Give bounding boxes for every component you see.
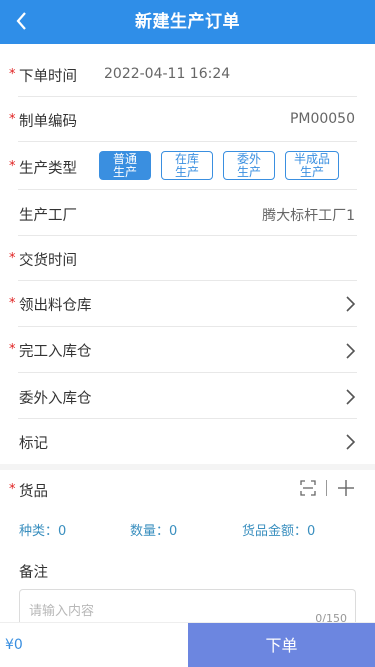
order-code-value[interactable]: PM00050 (290, 111, 355, 127)
finished-warehouse-label: 完工入库仓 (19, 344, 92, 360)
required-mark: * (9, 296, 16, 311)
required-mark: * (9, 67, 16, 82)
tag-label: 标记 (19, 436, 48, 452)
factory-row[interactable]: 生产工厂 腾大标杆工厂1 (0, 190, 375, 236)
required-mark: * (9, 251, 16, 266)
remark-label: 备注 (19, 565, 48, 581)
order-code-label: 制单编码 (19, 114, 77, 130)
order-time-row[interactable]: * 下单时间 2022-04-11 16:24 (0, 52, 375, 97)
tag-row[interactable]: 标记 (0, 419, 375, 464)
top-bar: 新建生产订单 (0, 0, 375, 44)
finished-warehouse-row[interactable]: * 完工入库仓 (0, 327, 375, 373)
order-code-row[interactable]: * 制单编码 PM00050 (0, 97, 375, 142)
goods-actions (300, 477, 355, 499)
chip-line: 生产 (299, 165, 324, 179)
required-mark: * (9, 112, 16, 127)
chip-line: 生产 (112, 165, 137, 179)
total-amount: ¥0 (5, 637, 23, 653)
material-warehouse-label: 领出料仓库 (19, 298, 92, 314)
bottom-bar: ¥0 下单 (0, 622, 375, 667)
order-time-value[interactable]: 2022-04-11 16:24 (104, 66, 230, 82)
plus-icon[interactable] (337, 479, 355, 497)
scan-icon[interactable] (300, 480, 316, 496)
outsource-warehouse-row[interactable]: 委外入库仓 (0, 373, 375, 419)
goods-quantity-count: 数量：0 (130, 524, 178, 539)
chevron-right-icon[interactable] (343, 342, 357, 360)
separator (326, 480, 327, 496)
type-chip-semi-finished[interactable]: 半成品 生产 (285, 151, 339, 180)
order-time-label: 下单时间 (19, 69, 77, 85)
delivery-time-label: 交货时间 (19, 253, 77, 269)
type-chip-outsource[interactable]: 委外 生产 (223, 151, 275, 180)
type-chip-in-stock[interactable]: 在库 生产 (161, 151, 213, 180)
production-type-label: 生产类型 (19, 161, 77, 177)
goods-label: 货品 (19, 484, 48, 500)
required-mark: * (9, 159, 16, 174)
chip-line: 生产 (236, 165, 261, 179)
submit-order-button[interactable]: 下单 (188, 623, 375, 667)
outsource-warehouse-label: 委外入库仓 (19, 391, 92, 407)
chip-line: 生产 (174, 165, 199, 179)
page-title: 新建生产订单 (135, 12, 240, 32)
chevron-right-icon[interactable] (343, 295, 357, 313)
delivery-time-row[interactable]: * 交货时间 (0, 236, 375, 281)
chevron-right-icon[interactable] (343, 388, 357, 406)
production-type-row: * 生产类型 普通 生产 在库 生产 委外 生产 半成品 生产 (0, 142, 375, 190)
required-mark: * (9, 482, 16, 497)
factory-label: 生产工厂 (19, 208, 77, 224)
required-mark: * (9, 342, 16, 357)
chevron-right-icon[interactable] (343, 433, 357, 451)
material-warehouse-row[interactable]: * 领出料仓库 (0, 281, 375, 327)
remark-placeholder: 请输入内容 (29, 604, 95, 619)
goods-amount: 货品金额：0 (242, 524, 316, 539)
section-divider (0, 464, 375, 470)
factory-value[interactable]: 腾大标杆工厂1 (262, 205, 355, 225)
type-chip-normal[interactable]: 普通 生产 (99, 151, 151, 180)
goods-kinds-count: 种类：0 (19, 524, 67, 539)
